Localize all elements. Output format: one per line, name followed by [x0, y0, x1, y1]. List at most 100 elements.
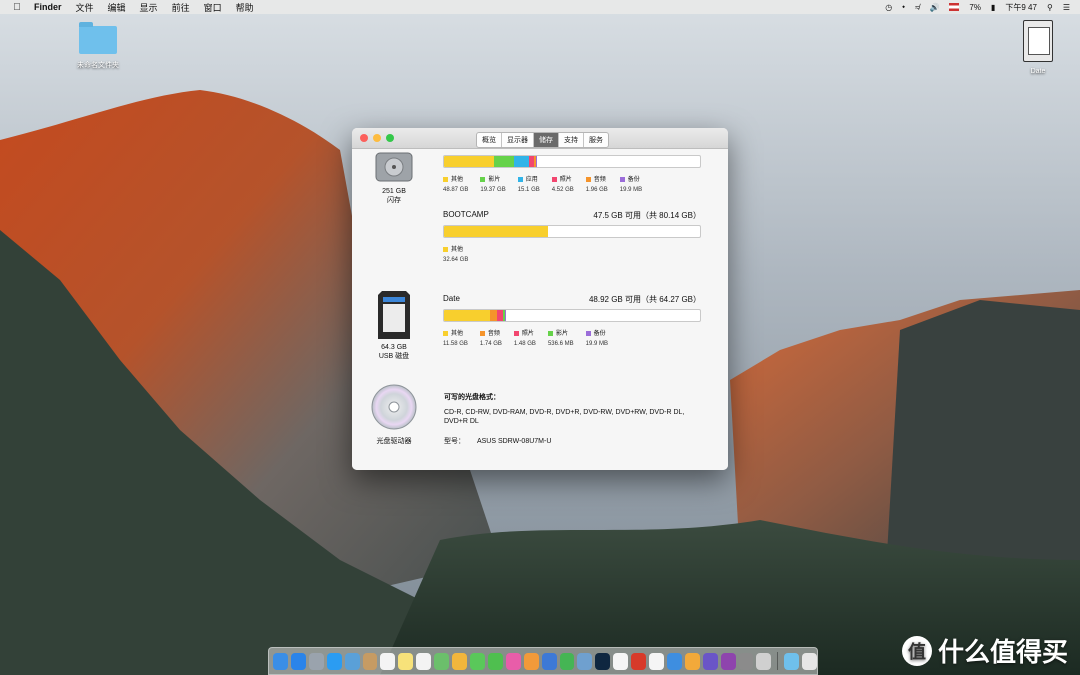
dock-messages-icon[interactable] — [469, 652, 485, 670]
dock-netease-music-icon[interactable] — [631, 652, 647, 670]
device-type: 闪存 — [387, 197, 401, 204]
bar-segment — [513, 156, 529, 167]
legend-label: 应用 — [525, 177, 538, 183]
dock-final-cut-icon[interactable] — [702, 652, 718, 670]
window-titlebar: 概览 显示器 储存 支持 服务 — [352, 128, 728, 149]
tab-storage[interactable]: 储存 — [534, 133, 559, 147]
legend-label: 照片 — [559, 177, 572, 183]
tab-service[interactable]: 服务 — [584, 133, 608, 147]
volume-name: Date — [443, 294, 460, 303]
legend-swatch — [547, 330, 553, 336]
dock-ibooks-icon[interactable] — [523, 652, 539, 670]
desktop-drive-date[interactable]: Date — [1016, 20, 1060, 75]
dock-reminders-icon[interactable] — [416, 652, 432, 670]
apple-menu-icon[interactable]:  — [10, 2, 24, 13]
volume-date: Date 48.92 GB 可用（共 64.27 GB） 其他 11.58 GB 音… — [443, 294, 701, 347]
device-optical-drive: 光盘驱动器 — [364, 383, 424, 446]
tab-displays[interactable]: 显示器 — [502, 133, 534, 147]
menu-clock[interactable]: 下午9 47 — [1005, 2, 1037, 13]
device-type: USB 磁盘 — [378, 353, 410, 360]
model-label: 型号： — [444, 438, 465, 445]
menu-window[interactable]: 窗口 — [204, 1, 222, 14]
time-machine-icon[interactable]: ◷ — [885, 3, 892, 12]
legend-size: 11.58 GB — [443, 341, 468, 347]
menu-go[interactable]: 前往 — [172, 1, 190, 14]
dock-downloads-folder-icon[interactable] — [784, 652, 800, 670]
menu-help[interactable]: 帮助 — [236, 1, 254, 14]
legend-label: 音频 — [487, 331, 500, 337]
spotlight-icon[interactable]: ⚲ — [1047, 3, 1053, 12]
bar-segment — [490, 310, 497, 321]
about-this-mac-window: 概览 显示器 储存 支持 服务 251 GB 闪存 其他 48.87 GB 影片 19… — [352, 128, 728, 470]
device-usb-disk: 64.3 GB USB 磁盘 — [364, 289, 424, 361]
minimize-button[interactable] — [373, 134, 381, 142]
legend-item: 应用 15.1 GB — [517, 174, 540, 193]
storage-legend: 其他 48.87 GB 影片 19.37 GB 应用 15.1 GB 照片 4.52 GB 音频… — [443, 174, 701, 193]
dock-launchpad-icon[interactable] — [308, 652, 324, 670]
dock-photoshop-icon[interactable] — [595, 652, 611, 670]
legend-item: 其他 48.87 GB — [443, 174, 468, 193]
legend-item: 照片 4.52 GB — [551, 174, 574, 193]
dock-mail-icon[interactable] — [344, 652, 360, 670]
site-watermark: 值 什么值得买 — [901, 632, 1068, 669]
dock-music-icon[interactable] — [649, 652, 664, 670]
legend-swatch — [443, 176, 448, 182]
dock-pages-icon[interactable] — [613, 652, 629, 670]
battery-percentage[interactable]: 7% — [969, 3, 981, 12]
tab-overview[interactable]: 概览 — [477, 133, 502, 147]
legend-label: 其他 — [451, 331, 464, 337]
dock-disk-utility-icon[interactable] — [756, 652, 772, 670]
dock-safari-icon[interactable] — [326, 652, 342, 670]
dock-calendar-icon[interactable] — [380, 652, 396, 670]
close-button[interactable] — [360, 134, 368, 142]
dock-notes-icon[interactable] — [398, 652, 414, 670]
legend-size: 15.1 GB — [517, 187, 540, 193]
battery-icon[interactable]: ▮ — [991, 3, 995, 12]
dock-system-preferences-icon[interactable] — [738, 652, 754, 670]
menu-view[interactable]: 显示 — [140, 1, 158, 14]
desktop-folder[interactable]: 未命名文件夹 — [70, 22, 126, 70]
dock-imovie-icon[interactable] — [720, 652, 736, 670]
dock — [268, 647, 818, 675]
notification-center-icon[interactable]: ☰ — [1063, 3, 1070, 12]
bar-segment — [444, 156, 494, 167]
storage-bar — [443, 309, 701, 322]
dock-contacts-icon[interactable] — [362, 652, 378, 670]
legend-label: 照片 — [521, 331, 534, 337]
volume-icon[interactable]: 🔊 — [929, 3, 939, 12]
dock-facetime-icon[interactable] — [487, 652, 503, 670]
dock-quicktime-icon[interactable] — [666, 652, 682, 670]
legend-swatch — [513, 330, 519, 336]
legend-size: 19.9 MB — [619, 187, 643, 193]
tab-support[interactable]: 支持 — [559, 133, 584, 147]
volume-name: BOOTCAMP — [443, 210, 489, 219]
bluetooth-icon[interactable]: ⬩ — [902, 2, 905, 12]
dock-preview-icon[interactable] — [577, 652, 593, 670]
device-type: 光盘驱动器 — [376, 438, 412, 445]
dock-app-store-icon[interactable] — [290, 652, 306, 670]
menu-app-finder[interactable]: Finder — [34, 2, 62, 12]
dock-movies-icon[interactable] — [684, 652, 700, 670]
legend-item: 照片 1.48 GB — [513, 328, 536, 347]
dock-maps-icon[interactable] — [434, 652, 450, 670]
dock-keynote-icon[interactable] — [541, 652, 557, 670]
legend-label: 影片 — [555, 331, 568, 337]
dock-finder-icon[interactable] — [273, 652, 288, 670]
dock-photos-icon[interactable] — [452, 652, 467, 670]
device-size: 64.3 GB — [381, 344, 407, 351]
dock-numbers-icon[interactable] — [559, 652, 575, 670]
device-flash-storage: 251 GB 闪存 — [364, 149, 424, 205]
dock-trash-icon[interactable] — [802, 652, 818, 670]
legend-label: 影片 — [488, 177, 501, 183]
sd-card-icon — [1023, 20, 1053, 62]
menu-file[interactable]: 文件 — [76, 1, 94, 14]
device-size: 251 GB — [382, 188, 406, 195]
menu-edit[interactable]: 编辑 — [108, 1, 126, 14]
wifi-icon[interactable]: ≉ — [915, 3, 919, 12]
legend-swatch — [585, 176, 591, 182]
input-source-flag-icon[interactable] — [949, 3, 960, 11]
legend-swatch — [480, 176, 486, 182]
dock-itunes-icon[interactable] — [505, 652, 521, 670]
sd-card-icon — [378, 291, 410, 339]
zoom-button[interactable] — [386, 134, 394, 142]
